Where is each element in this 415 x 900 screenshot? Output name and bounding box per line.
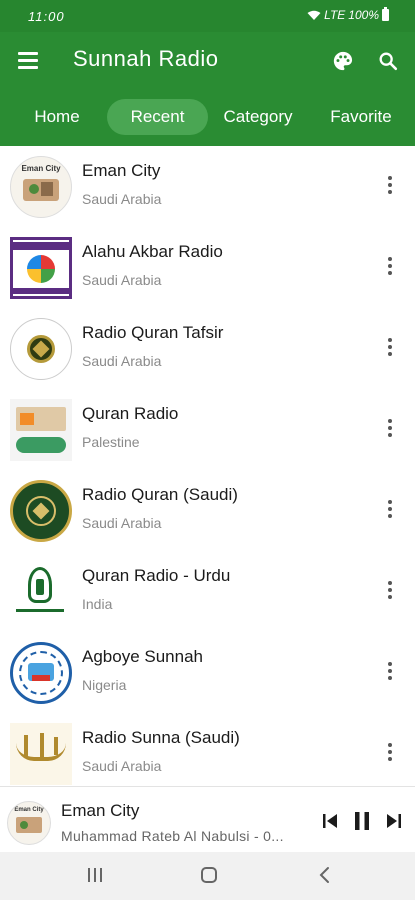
more-options-icon[interactable]: [387, 581, 393, 601]
skip-next-icon[interactable]: [386, 813, 402, 829]
station-name: Eman City: [82, 161, 161, 180]
station-name: Radio Quran Tafsir: [82, 323, 224, 342]
hamburger-menu-icon[interactable]: [18, 52, 38, 69]
station-logo: [10, 480, 72, 542]
station-country: Saudi Arabia: [82, 191, 162, 207]
mini-player[interactable]: Eman City Eman City Muhammad Rateb Al Na…: [0, 786, 415, 852]
more-options-icon[interactable]: [387, 419, 393, 439]
system-nav-bar: [0, 852, 415, 900]
more-options-icon[interactable]: [387, 257, 393, 277]
station-name: Radio Quran (Saudi): [82, 485, 238, 504]
app-title: Sunnah Radio: [73, 46, 219, 71]
station-country: Palestine: [82, 434, 140, 450]
status-indicators: LTE 100%: [307, 7, 389, 22]
station-row[interactable]: Radio Quran (Saudi) Saudi Arabia: [0, 470, 415, 551]
battery-icon: [382, 7, 389, 21]
station-name: Alahu Akbar Radio: [82, 242, 223, 261]
station-name: Quran Radio: [82, 404, 179, 423]
more-options-icon[interactable]: [387, 743, 393, 763]
station-country: Saudi Arabia: [82, 272, 162, 288]
home-nav-icon[interactable]: [200, 866, 218, 884]
more-options-icon[interactable]: [387, 662, 393, 682]
station-country: Nigeria: [82, 677, 127, 693]
station-country: India: [82, 596, 113, 612]
battery-percent: 100%: [348, 8, 379, 22]
station-logo: [10, 237, 72, 299]
back-nav-icon[interactable]: [316, 866, 334, 884]
station-country: Saudi Arabia: [82, 758, 162, 774]
station-logo: [10, 561, 72, 623]
tab-favorite[interactable]: Favorite: [318, 99, 404, 135]
wifi-icon: [307, 10, 321, 20]
tab-bar: Home Recent Category Favorite: [0, 94, 415, 146]
player-title: Eman City: [61, 801, 140, 820]
recent-apps-icon[interactable]: [86, 866, 104, 884]
logo-text: Eman City: [14, 807, 44, 813]
station-row[interactable]: Agboye Sunnah Nigeria: [0, 632, 415, 713]
tab-home[interactable]: Home: [18, 99, 96, 135]
palette-icon[interactable]: [332, 50, 354, 72]
pause-icon[interactable]: [352, 811, 372, 831]
station-row[interactable]: Eman City Eman City Saudi Arabia: [0, 146, 415, 227]
station-logo: [10, 723, 72, 785]
station-row[interactable]: Radio Sunna (Saudi) Saudi Arabia: [0, 713, 415, 794]
network-label: LTE: [324, 8, 346, 22]
status-time: 11:00: [28, 9, 65, 24]
station-logo: Eman City: [10, 156, 72, 218]
station-row[interactable]: Alahu Akbar Radio Saudi Arabia: [0, 227, 415, 308]
station-name: Radio Sunna (Saudi): [82, 728, 240, 747]
station-country: Saudi Arabia: [82, 515, 162, 531]
player-subtitle: Muhammad Rateb Al Nabulsi - 0...: [61, 828, 284, 844]
skip-previous-icon[interactable]: [322, 813, 338, 829]
more-options-icon[interactable]: [387, 176, 393, 196]
station-name: Agboye Sunnah: [82, 647, 203, 666]
station-row[interactable]: Quran Radio - Urdu India: [0, 551, 415, 632]
app-bar: Sunnah Radio: [0, 32, 415, 94]
status-bar: 11:00 LTE 100%: [0, 0, 415, 32]
tab-category[interactable]: Category: [214, 99, 302, 135]
search-icon[interactable]: [377, 50, 399, 72]
station-logo: [10, 318, 72, 380]
station-name: Quran Radio - Urdu: [82, 566, 231, 585]
station-country: Saudi Arabia: [82, 353, 162, 369]
station-row[interactable]: Radio Quran Tafsir Saudi Arabia: [0, 308, 415, 389]
station-row[interactable]: Quran Radio Palestine: [0, 389, 415, 470]
station-logo: [10, 399, 72, 461]
logo-text: Eman City: [21, 164, 61, 173]
station-logo: [10, 642, 72, 704]
player-station-logo: Eman City: [7, 801, 51, 845]
more-options-icon[interactable]: [387, 500, 393, 520]
tab-recent[interactable]: Recent: [107, 99, 208, 135]
more-options-icon[interactable]: [387, 338, 393, 358]
